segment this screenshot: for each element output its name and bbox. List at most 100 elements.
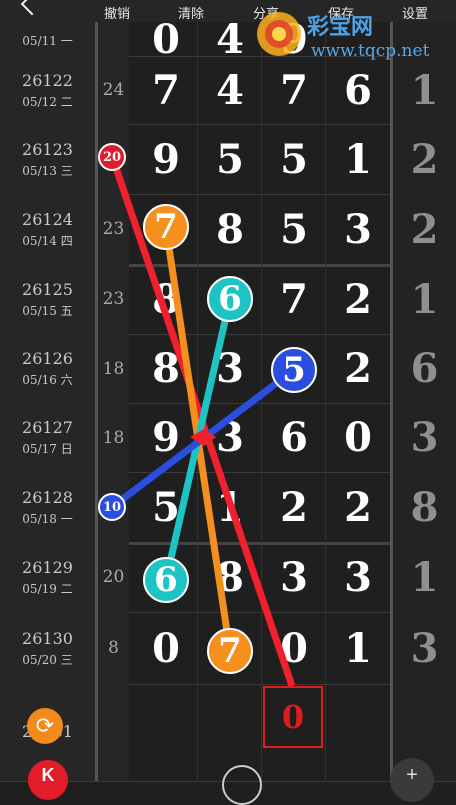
sum-cell: 6: [390, 334, 456, 403]
gap-cell: 18: [95, 334, 129, 403]
digit-cell[interactable]: 7: [134, 56, 198, 124]
sum-cell: 2: [390, 124, 456, 194]
column-divider: [197, 22, 198, 782]
issue-date: 05/12 二: [22, 94, 73, 109]
ball-marker[interactable]: 20: [98, 143, 126, 171]
issue-date: 05/16 六: [22, 373, 73, 387]
table-row: 26129 05/19 二 20 8 3 3 1: [0, 542, 456, 613]
digit-cell[interactable]: 8: [198, 194, 262, 264]
app-logo-icon[interactable]: K: [28, 760, 68, 800]
issue-date: 05/11 一: [22, 34, 73, 48]
digit-cell[interactable]: 2: [262, 472, 326, 542]
digit-cell[interactable]: 9: [134, 403, 198, 472]
ball-marker[interactable]: 10: [98, 493, 126, 521]
watermark-brand: 彩宝网: [306, 14, 373, 40]
digit-cell[interactable]: 3: [262, 542, 326, 612]
issue-date: 05/14 四: [22, 233, 73, 248]
issue-cell: 05/11 一: [0, 22, 95, 56]
digit-cell[interactable]: 4: [198, 56, 262, 124]
digit-cell[interactable]: 2: [326, 264, 390, 334]
digit-cell[interactable]: 2: [326, 472, 390, 542]
issue-cell: 26123 05/13 三: [0, 124, 95, 194]
undo-button[interactable]: 撤销: [104, 3, 130, 22]
digit-cell[interactable]: 0: [134, 612, 198, 684]
sum-cell: 8: [390, 472, 456, 542]
digit-cell[interactable]: 5: [262, 194, 326, 264]
digit-cell[interactable]: 1: [326, 124, 390, 194]
ball-marker[interactable]: 7: [207, 628, 253, 674]
prediction-cell[interactable]: 0: [263, 686, 323, 748]
digit-cell[interactable]: 5: [262, 124, 326, 194]
clear-button[interactable]: 清除: [178, 3, 204, 22]
issue-cell: 26128 05/18 一: [0, 472, 95, 542]
issue-cell: 26122 05/12 二: [0, 56, 95, 124]
digit-cell[interactable]: 0: [262, 612, 326, 684]
digit-cell[interactable]: 7: [262, 56, 326, 124]
ball-marker[interactable]: 7: [143, 204, 189, 250]
digit-cell[interactable]: 8: [198, 542, 262, 612]
issue-cell: 26127 05/17 日: [0, 403, 95, 472]
issue-date: 05/20 三: [22, 652, 73, 667]
issue-number: 26124: [22, 209, 73, 229]
issue-cell: 26129 05/19 二: [0, 542, 95, 612]
digit-cell[interactable]: 8: [134, 334, 198, 403]
ball-marker[interactable]: 6: [207, 276, 253, 322]
table-row: 26128 05/18 一 51228: [0, 472, 456, 545]
digit-cell[interactable]: 8: [134, 264, 198, 334]
digit-cell[interactable]: 3: [198, 334, 262, 403]
digit-cell[interactable]: 3: [326, 542, 390, 612]
digit-cell[interactable]: 2: [326, 334, 390, 403]
sum-cell: 3: [390, 612, 456, 684]
issue-number: 26125: [22, 279, 73, 299]
table-row: 26122 05/12 二 24 7 4 7 6 1: [0, 56, 456, 125]
sum-cell: 3: [390, 403, 456, 472]
gap-cell: 8: [95, 612, 129, 684]
issue-number: 26123: [22, 139, 73, 159]
search-icon[interactable]: [222, 765, 262, 805]
gap-cell: 23: [95, 264, 129, 334]
digit-cell[interactable]: 1: [198, 472, 262, 542]
logo-icon: 彩宝网 www.tqcp.net: [257, 12, 430, 61]
sum-cell: 1: [390, 542, 456, 612]
issue-number: 26127: [22, 418, 73, 437]
issue-number: 26122: [22, 70, 73, 90]
ball-marker[interactable]: 5: [271, 347, 317, 393]
issue-cell: 26126 05/16 六: [0, 334, 95, 403]
digit-cell[interactable]: 0: [134, 16, 198, 63]
digit-cell[interactable]: 9: [134, 124, 198, 194]
issue-date: 05/15 五: [22, 303, 73, 318]
digit-cell[interactable]: 6: [326, 56, 390, 124]
issue-date: 05/18 一: [22, 511, 73, 526]
issue-number: 26130: [22, 628, 73, 648]
gap-cell: [95, 684, 129, 781]
digit-cell[interactable]: 0: [326, 403, 390, 472]
ball-marker[interactable]: 6: [143, 557, 189, 603]
digit-cell[interactable]: [326, 684, 390, 781]
table-row: 26127 05/17 日 18 9 3 6 0 3: [0, 403, 456, 473]
column-divider: [261, 22, 262, 782]
digit-cell[interactable]: 5: [134, 472, 198, 542]
digit-cell[interactable]: 1: [326, 612, 390, 684]
gap-cell: 20: [95, 542, 129, 612]
column-divider: [325, 22, 326, 782]
digit-cell[interactable]: 5: [198, 124, 262, 194]
gap-cell: 23: [95, 194, 129, 264]
issue-number: 26126: [22, 349, 73, 368]
digit-cell[interactable]: 3: [198, 403, 262, 472]
gap-cell: 24: [95, 56, 129, 124]
table-row: 26126 05/16 六 18 8 3 2 6: [0, 334, 456, 404]
digit-cell[interactable]: 6: [262, 403, 326, 472]
refresh-icon[interactable]: ⟳: [27, 708, 63, 744]
digit-cell[interactable]: [198, 684, 262, 781]
back-arrow-icon[interactable]: [20, 0, 44, 16]
sum-cell: 1: [390, 56, 456, 124]
digit-cell[interactable]: 3: [326, 194, 390, 264]
issue-cell: 26124 05/14 四: [0, 194, 95, 264]
gap-cell: [95, 22, 129, 56]
add-line-icon[interactable]: +: [390, 758, 434, 802]
digit-cell[interactable]: 7: [262, 264, 326, 334]
digit-cell[interactable]: 4: [198, 16, 262, 63]
digit-cell[interactable]: [134, 684, 198, 781]
table-row: 26123 05/13 三 95512: [0, 124, 456, 195]
issue-date: 05/17 日: [22, 442, 73, 456]
